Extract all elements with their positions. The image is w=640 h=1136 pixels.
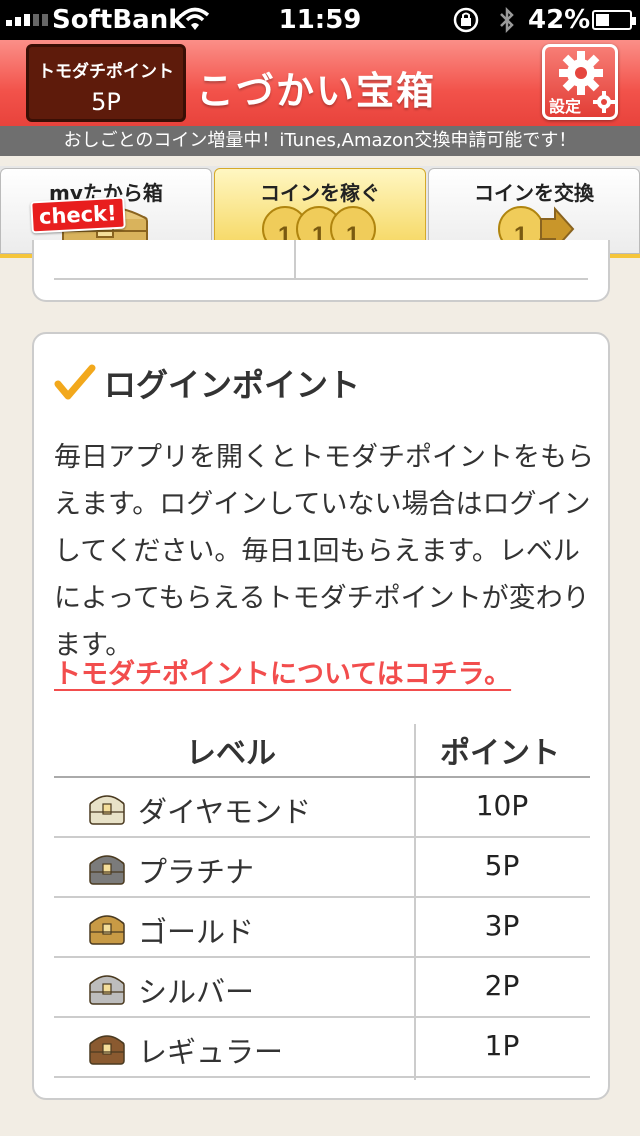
- small-gear-icon: [593, 91, 615, 113]
- level-name: レギュラー: [138, 1035, 284, 1069]
- rotation-lock-icon: [453, 7, 479, 33]
- table-row: プラチナ 5P: [54, 838, 590, 898]
- table-row: レギュラー 1P: [54, 1018, 590, 1078]
- level-points: 2P: [484, 969, 520, 1002]
- level-points: 1P: [484, 1029, 520, 1062]
- card-description: 毎日アプリを開くとトモダチポイントをもらえます。ログインしていない場合はログイン…: [54, 442, 594, 661]
- card-title-row: ログインポイント: [54, 360, 360, 406]
- friend-points-box[interactable]: トモダチポイント 5P: [26, 44, 186, 122]
- announcement-banner: おしごとのコイン増量中！iTunes,Amazon交換申請可能です！: [0, 126, 640, 156]
- settings-button[interactable]: 設定: [542, 44, 618, 120]
- table-row: ダイヤモンド 10P: [54, 778, 590, 838]
- treasure-chest-icon: [89, 1035, 125, 1065]
- level-name: ゴールド: [138, 915, 255, 949]
- treasure-chest-icon: [89, 795, 125, 825]
- level-name: プラチナ: [138, 855, 255, 889]
- treasure-chest-icon: [89, 855, 125, 885]
- level-points: 3P: [484, 909, 520, 942]
- login-point-card: ログインポイント 毎日アプリを開くとトモダチポイントをもらえます。ログインしてい…: [32, 332, 610, 1100]
- app-title: こづかい宝箱: [196, 69, 437, 113]
- previous-card-remnant: [32, 240, 610, 302]
- table-divider: [294, 240, 296, 280]
- table-divider: [54, 278, 588, 280]
- level-points-table: レベル ポイント ダイヤモンド 10P プラチナ 5P ゴールド 3P シルバー 2P レギュラ…: [54, 724, 590, 1080]
- check-badge: check!: [30, 196, 126, 234]
- table-header: レベル ポイント: [54, 724, 590, 778]
- header-point: ポイント: [440, 736, 560, 771]
- treasure-chest-icon: [89, 915, 125, 945]
- level-name: ダイヤモンド: [138, 795, 312, 829]
- level-points: 10P: [475, 789, 529, 822]
- level-name: シルバー: [138, 975, 255, 1009]
- app-header: トモダチポイント 5P こづかい宝箱 設定: [0, 40, 640, 126]
- header-level: レベル: [186, 736, 276, 771]
- friend-points-label: トモダチポイント: [38, 62, 174, 82]
- table-row: シルバー 2P: [54, 958, 590, 1018]
- friend-points-value: 5P: [91, 88, 121, 116]
- treasure-chest-icon: [89, 975, 125, 1005]
- settings-label: 設定: [549, 97, 582, 116]
- gear-icon: [559, 51, 603, 95]
- bluetooth-icon: [500, 6, 514, 34]
- battery-icon: [592, 10, 636, 30]
- table-row: ゴールド 3P: [54, 898, 590, 958]
- friend-points-info-link[interactable]: トモダチポイントについてはコチラ。: [54, 652, 511, 691]
- status-bar: SoftBank 11:59 42%: [0, 0, 640, 40]
- checkmark-icon: [54, 364, 96, 400]
- level-points: 5P: [484, 849, 520, 882]
- card-title: ログインポイント: [104, 366, 361, 404]
- battery-percent: 42%: [528, 5, 591, 35]
